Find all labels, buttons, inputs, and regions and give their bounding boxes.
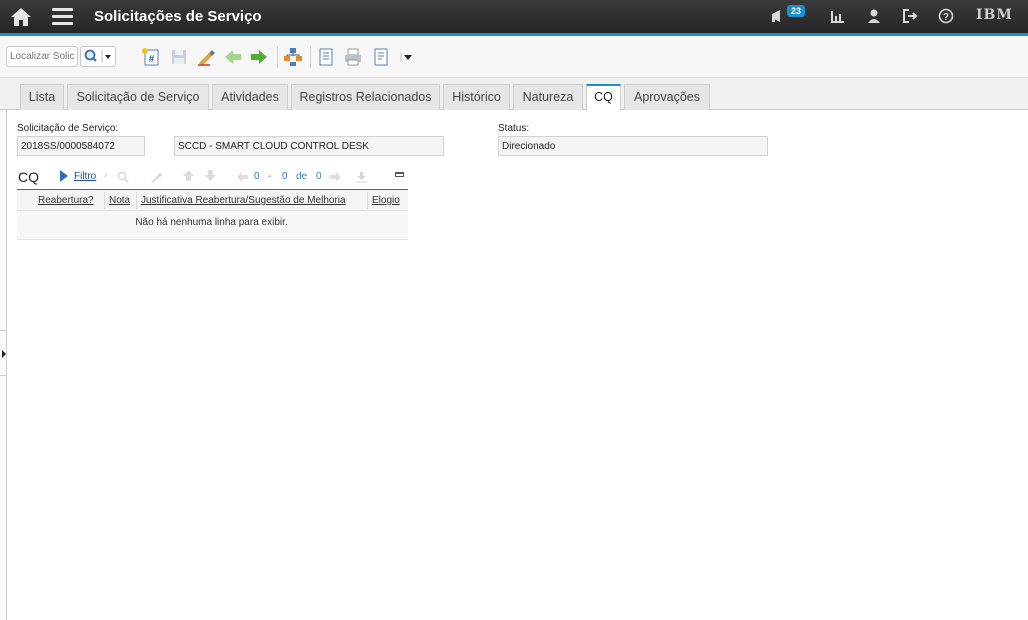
reports-icon[interactable] bbox=[830, 8, 848, 24]
tab-strip: Lista Solicitação de Serviço Atividades … bbox=[0, 78, 1028, 111]
more-actions-icon[interactable] bbox=[398, 47, 418, 67]
download-icon[interactable] bbox=[355, 170, 368, 188]
column-divider bbox=[136, 192, 137, 209]
search-input[interactable] bbox=[6, 46, 78, 67]
tab-registros-relacionados[interactable]: Registros Relacionados bbox=[291, 84, 440, 110]
table-body: Não há nenhuma linha para exibir. bbox=[17, 211, 408, 240]
search-button[interactable] bbox=[80, 46, 116, 67]
filter-chevron-icon[interactable]: › bbox=[104, 169, 108, 181]
print-icon[interactable] bbox=[343, 47, 363, 67]
view-history-icon[interactable] bbox=[316, 47, 336, 67]
pager-to: 0 bbox=[282, 171, 288, 182]
pager-dash: - bbox=[268, 171, 272, 182]
previous-page-icon[interactable] bbox=[236, 170, 249, 188]
notification-badge[interactable]: 23 bbox=[787, 5, 806, 17]
svg-text:#: # bbox=[149, 54, 155, 65]
toolbar-separator bbox=[277, 46, 278, 68]
search-table-icon[interactable] bbox=[117, 170, 129, 188]
next-record-icon[interactable] bbox=[249, 47, 269, 67]
sr-description-field[interactable]: SCCD - SMART CLOUD CONTROL DESK bbox=[174, 136, 444, 156]
tab-natureza[interactable]: Natureza bbox=[513, 84, 583, 110]
collapse-section-icon[interactable] bbox=[395, 172, 404, 177]
filter-link[interactable]: Filtro bbox=[74, 171, 96, 182]
report-icon[interactable] bbox=[371, 47, 391, 67]
move-up-icon[interactable] bbox=[182, 169, 195, 187]
column-divider bbox=[367, 192, 368, 209]
status-field[interactable]: Direcionado bbox=[498, 136, 768, 156]
clear-filter-icon[interactable] bbox=[150, 170, 164, 188]
pager-of-label: de bbox=[296, 171, 308, 182]
pager-from: 0 bbox=[254, 171, 260, 182]
help-icon[interactable]: ? bbox=[938, 8, 956, 24]
column-header-elogio[interactable]: Elogio bbox=[372, 195, 400, 206]
column-header-justificativa[interactable]: Justificativa Reabertura/Sugestão de Mel… bbox=[141, 195, 346, 206]
workflow-icon[interactable] bbox=[283, 47, 303, 67]
filter-expand-icon[interactable] bbox=[60, 170, 68, 182]
status-label: Status: bbox=[498, 123, 530, 134]
tab-atividades[interactable]: Atividades bbox=[212, 84, 288, 110]
tab-aprovacoes[interactable]: Aprovações bbox=[624, 84, 710, 110]
column-header-nota[interactable]: Nota bbox=[109, 195, 130, 206]
pager-total: 0 bbox=[316, 171, 322, 182]
app-title: Solicitações de Serviço bbox=[94, 8, 262, 25]
next-page-icon[interactable] bbox=[329, 170, 342, 188]
tab-solicitacao-servico[interactable]: Solicitação de Serviço bbox=[67, 84, 209, 110]
sr-number-field[interactable]: 2018SS/0000584072 bbox=[17, 136, 145, 156]
save-icon[interactable] bbox=[169, 47, 189, 67]
empty-table-message: Não há nenhuma linha para exibir. bbox=[135, 217, 288, 228]
expand-arrow-icon[interactable] bbox=[2, 350, 6, 358]
tab-historico[interactable]: Histórico bbox=[443, 84, 510, 110]
toolbar: # bbox=[0, 36, 1028, 78]
megaphone-icon[interactable] bbox=[770, 8, 788, 24]
top-bar: Solicitações de Serviço 23 ? IBM bbox=[0, 0, 1028, 33]
clear-changes-icon[interactable] bbox=[196, 47, 216, 67]
menu-icon[interactable] bbox=[52, 8, 73, 25]
tab-cq[interactable]: CQ bbox=[586, 84, 621, 111]
column-divider bbox=[104, 192, 105, 209]
logout-icon[interactable] bbox=[902, 8, 920, 24]
move-down-icon[interactable] bbox=[204, 169, 217, 187]
previous-record-icon[interactable] bbox=[223, 47, 243, 67]
user-icon[interactable] bbox=[866, 8, 884, 24]
table-header: Reabertura? Nota Justificativa Reabertur… bbox=[17, 190, 408, 211]
home-icon[interactable] bbox=[10, 7, 32, 27]
tab-lista[interactable]: Lista bbox=[20, 84, 64, 110]
ibm-logo: IBM bbox=[976, 7, 1013, 23]
svg-text:?: ? bbox=[943, 12, 949, 23]
new-record-icon[interactable]: # bbox=[141, 47, 161, 67]
column-header-reabertura[interactable]: Reabertura? bbox=[38, 195, 94, 206]
toolbar-separator bbox=[310, 46, 311, 68]
cq-table-title: CQ bbox=[18, 169, 39, 185]
sr-label: Solicitação de Serviço: bbox=[17, 123, 119, 134]
